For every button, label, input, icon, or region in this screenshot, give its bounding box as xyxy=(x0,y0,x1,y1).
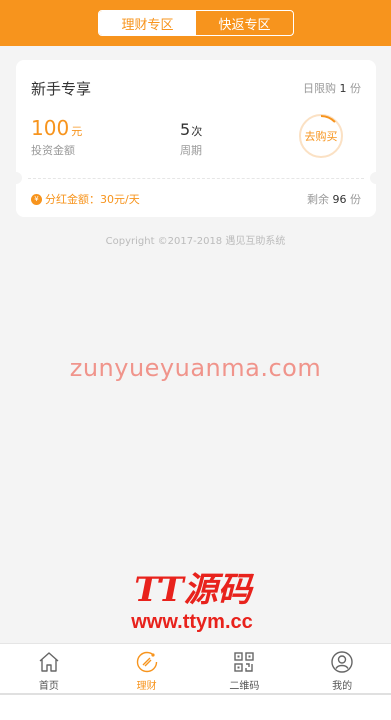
daily-limit-label: 日限购 xyxy=(303,82,336,95)
tab-mine[interactable]: 我的 xyxy=(293,644,391,693)
investment-amount-value: 100 xyxy=(31,116,70,140)
finance-icon xyxy=(136,651,157,673)
tab-finance[interactable]: 理财 xyxy=(98,644,196,693)
product-title: 新手专享 xyxy=(31,80,92,98)
period-unit: 次 xyxy=(191,125,203,138)
user-icon xyxy=(331,651,353,673)
investment-amount-label: 投资金额 xyxy=(31,144,75,157)
investment-amount: 100 元 xyxy=(31,116,82,144)
tab-fast-return-zone[interactable]: 快返专区 xyxy=(196,11,293,35)
home-icon xyxy=(39,652,59,672)
watermark-text: zunyueyuanma.com xyxy=(69,354,322,382)
tab-qrcode-label: 二维码 xyxy=(229,681,260,692)
tab-qrcode[interactable]: 二维码 xyxy=(196,644,294,693)
tab-home[interactable]: 首页 xyxy=(0,644,98,693)
remaining-unit: 份 xyxy=(350,193,361,206)
product-card: 新手专享 日限购 1 份 100 元 投资金额 5次 周期 去购买 ¥ 分红金额：… xyxy=(10,60,382,217)
daily-limit: 日限购 1 份 xyxy=(303,80,361,96)
card-divider xyxy=(28,178,364,179)
period: 5次 xyxy=(180,120,202,142)
top-header: 理财专区 快返专区 xyxy=(0,0,391,46)
period-label: 周期 xyxy=(180,144,202,157)
remaining-stock: 剩余 96 份 xyxy=(307,191,361,207)
tab-finance-label: 理财 xyxy=(136,681,157,692)
progress-arc-icon xyxy=(320,115,336,123)
qrcode-icon xyxy=(234,652,255,672)
coin-icon: ¥ xyxy=(31,193,42,205)
buy-button[interactable]: 去购买 xyxy=(299,114,343,158)
card-notch-right xyxy=(370,172,382,184)
remaining-label: 剩余 xyxy=(307,193,329,206)
dividend-text: 分红金额：30元/天 xyxy=(45,193,140,206)
logo-url: www.ttym.cc xyxy=(131,611,253,633)
investment-amount-unit: 元 xyxy=(71,125,83,138)
daily-limit-unit: 份 xyxy=(350,82,361,95)
logo-text: TT源码 xyxy=(134,570,252,610)
bottom-tabbar: 首页 理财 二维码 我的 xyxy=(0,643,391,693)
tab-mine-label: 我的 xyxy=(332,681,353,692)
dividend-info: ¥ 分红金额：30元/天 xyxy=(31,191,140,207)
tab-finance-zone[interactable]: 理财专区 xyxy=(99,11,196,35)
zone-switch: 理财专区 快返专区 xyxy=(98,10,294,36)
bottom-safe-area xyxy=(0,695,391,720)
copyright-text: Copyright ©2017-2018 遇见互助系统 xyxy=(105,236,286,247)
tab-home-label: 首页 xyxy=(38,681,59,692)
daily-limit-num: 1 xyxy=(339,82,347,95)
card-notch-left xyxy=(10,172,22,184)
remaining-num: 96 xyxy=(332,193,347,206)
period-value: 5 xyxy=(180,120,191,139)
